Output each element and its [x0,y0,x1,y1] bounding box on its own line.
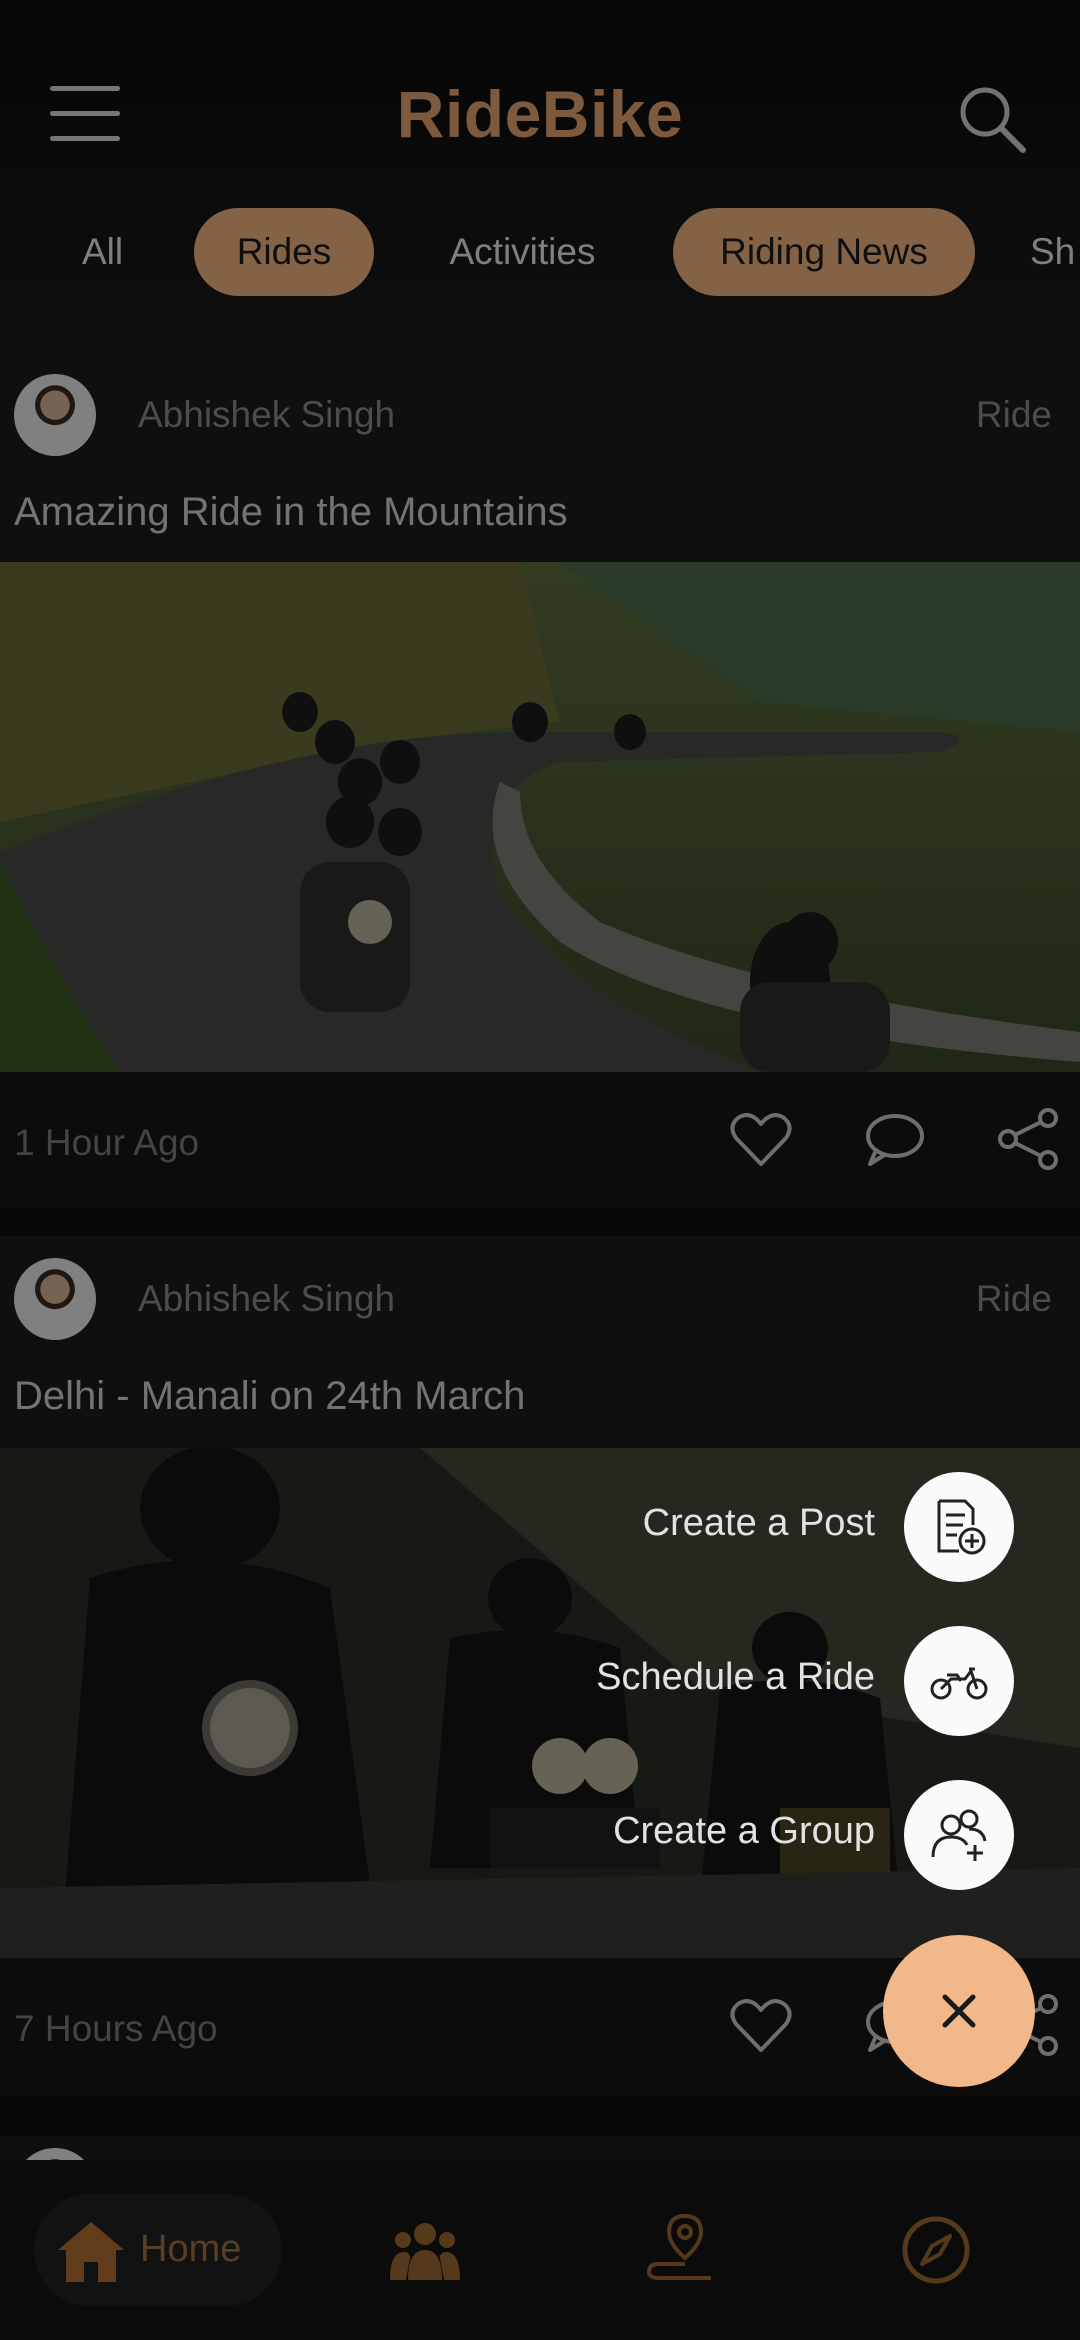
motorcycle-icon[interactable] [904,1626,1014,1736]
fab-item-create-post[interactable]: Create a Post [0,1472,1080,1582]
create-post-icon[interactable] [904,1472,1014,1582]
fab-item-create-group[interactable]: Create a Group [0,1780,1080,1890]
fab-item-label[interactable]: Create a Group [613,1810,875,1853]
close-icon [942,1994,976,2028]
app-screen: RideBike All Rides Activities Riding New… [0,0,1080,2340]
fab-close-button[interactable] [883,1935,1035,2087]
add-group-icon[interactable] [904,1780,1014,1890]
fab-item-label[interactable]: Create a Post [643,1502,875,1545]
fab-item-label[interactable]: Schedule a Ride [596,1656,875,1699]
fab-item-schedule-ride[interactable]: Schedule a Ride [0,1626,1080,1736]
